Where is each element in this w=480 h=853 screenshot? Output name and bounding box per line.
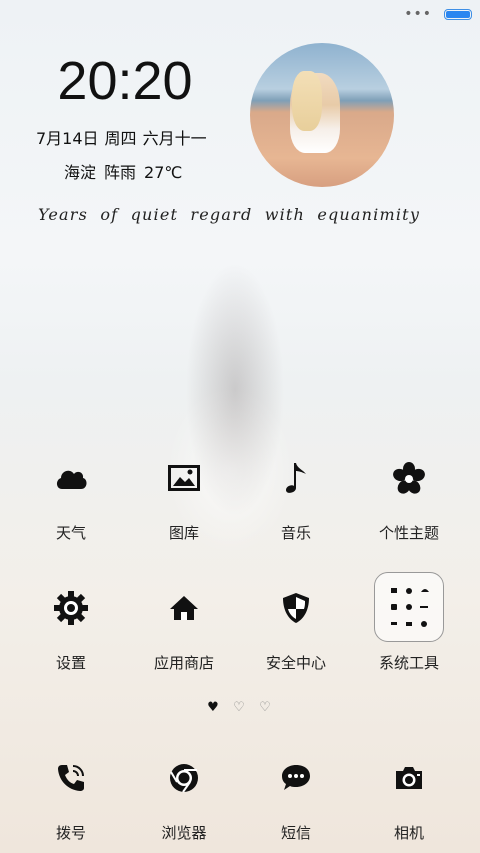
app-label: 设置 — [55, 654, 86, 672]
dock-camera[interactable]: 相机 — [354, 758, 464, 843]
profile-photo[interactable] — [250, 43, 394, 187]
dock-messages[interactable]: 短信 — [241, 758, 351, 843]
app-label: 短信 — [280, 824, 311, 842]
date-line[interactable]: 7月14日 周四 六月十一 — [36, 125, 213, 149]
gear-icon — [51, 588, 91, 628]
page-dot-active-icon[interactable]: ♥ — [205, 700, 221, 715]
dots-icon: ••• — [404, 6, 432, 22]
dock-browser[interactable]: 浏览器 — [129, 758, 239, 843]
cloud-icon — [51, 458, 91, 498]
app-settings[interactable]: 设置 — [16, 588, 126, 673]
app-security[interactable]: 安全中心 — [241, 588, 351, 673]
app-weather[interactable]: 天气 — [16, 458, 126, 543]
status-bar: ••• — [404, 6, 472, 22]
app-system-tools[interactable]: 系统工具 — [354, 572, 464, 673]
music-note-icon — [276, 458, 316, 498]
camera-icon — [389, 758, 429, 798]
app-store[interactable]: 应用商店 — [129, 588, 239, 673]
app-label: 拨号 — [55, 824, 86, 842]
app-label: 系统工具 — [378, 654, 439, 672]
lunar-date: 六月十一 — [142, 129, 207, 148]
clock-time[interactable]: 20:20 — [55, 50, 195, 112]
dock-phone[interactable]: 拨号 — [16, 758, 126, 843]
battery-icon — [444, 8, 472, 20]
date: 7月14日 — [36, 129, 99, 148]
weekday: 周四 — [104, 129, 137, 148]
app-gallery[interactable]: 图库 — [129, 458, 239, 543]
browser-icon — [164, 758, 204, 798]
app-label: 应用商店 — [153, 654, 214, 672]
app-label: 相机 — [393, 824, 424, 842]
app-label: 安全中心 — [265, 654, 326, 672]
motto-text: Years of quiet regard with equanimity — [38, 205, 421, 224]
app-label: 音乐 — [280, 524, 311, 542]
shield-icon — [276, 588, 316, 628]
folder-icon — [374, 572, 444, 642]
app-label: 图库 — [168, 524, 199, 542]
app-themes[interactable]: 个性主题 — [354, 458, 464, 543]
weather-temperature: 27℃ — [144, 163, 183, 182]
weather-location: 海淀 — [64, 163, 97, 182]
phone-icon — [51, 758, 91, 798]
app-label: 个性主题 — [378, 524, 439, 542]
page-indicator[interactable]: ♥ ♡ ♡ — [205, 700, 273, 715]
home-icon — [164, 588, 204, 628]
app-music[interactable]: 音乐 — [241, 458, 351, 543]
page-dot-icon[interactable]: ♡ — [257, 700, 273, 715]
app-label: 天气 — [55, 524, 86, 542]
flower-icon — [389, 458, 429, 498]
app-label: 浏览器 — [161, 824, 207, 842]
page-dot-icon[interactable]: ♡ — [231, 700, 247, 715]
weather-line[interactable]: 海淀 阵雨 27℃ — [64, 159, 190, 183]
gallery-icon — [164, 458, 204, 498]
weather-condition: 阵雨 — [104, 163, 137, 182]
message-icon — [276, 758, 316, 798]
